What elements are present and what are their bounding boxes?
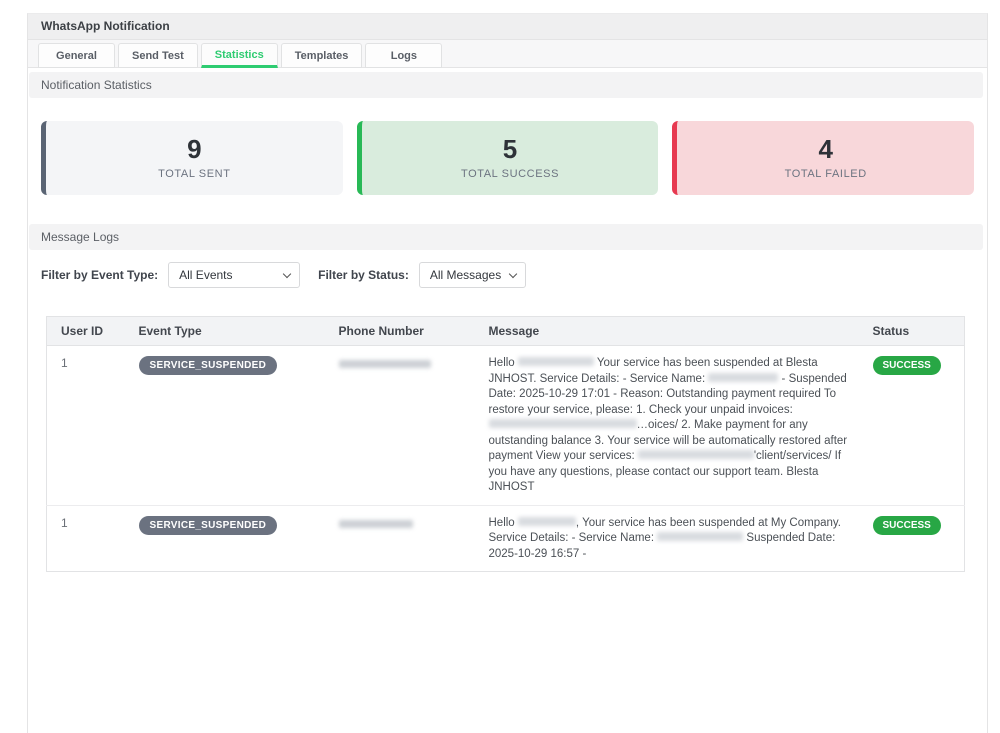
cell-user-id: 1	[47, 505, 125, 572]
tab-templates[interactable]: Templates	[281, 43, 363, 68]
event-type-select[interactable]: All Events	[168, 262, 300, 288]
status-filter-label: Filter by Status:	[318, 268, 409, 282]
tab-statistics[interactable]: Statistics	[201, 43, 278, 68]
stats-row: 9 TOTAL SENT 5 TOTAL SUCCESS 4 TOTAL FAI…	[28, 98, 987, 195]
chevron-down-icon	[283, 270, 291, 278]
column-header-message: Message	[475, 317, 859, 346]
stat-card-total-failed: 4 TOTAL FAILED	[672, 121, 974, 195]
table-row: 1 SERVICE_SUSPENDED Hello , Your service…	[47, 505, 965, 572]
status-select-value: All Messages	[430, 268, 501, 282]
status-badge: SUCCESS	[873, 516, 941, 535]
total-failed-value: 4	[818, 136, 832, 163]
tab-logs[interactable]: Logs	[365, 43, 442, 68]
total-failed-label: TOTAL FAILED	[785, 168, 867, 180]
cell-user-id: 1	[47, 346, 125, 506]
message-logs-header: Message Logs	[29, 224, 983, 250]
cell-status: SUCCESS	[859, 505, 965, 572]
chevron-down-icon	[509, 270, 517, 278]
status-badge: SUCCESS	[873, 356, 941, 375]
panel-title: WhatsApp Notification	[28, 14, 987, 40]
tab-send-test[interactable]: Send Test	[118, 43, 198, 68]
total-success-label: TOTAL SUCCESS	[461, 168, 559, 180]
cell-status: SUCCESS	[859, 346, 965, 506]
total-sent-label: TOTAL SENT	[158, 168, 230, 180]
table-header-row: User ID Event Type Phone Number Message …	[47, 317, 965, 346]
column-header-user-id: User ID	[47, 317, 125, 346]
event-type-filter-label: Filter by Event Type:	[41, 268, 158, 282]
cell-message: Hello , Your service has been suspended …	[475, 505, 859, 572]
cell-message: Hello Your service has been suspended at…	[475, 346, 859, 506]
event-type-badge: SERVICE_SUSPENDED	[139, 516, 278, 535]
cell-event-type: SERVICE_SUSPENDED	[125, 505, 325, 572]
column-header-status: Status	[859, 317, 965, 346]
table-row: 1 SERVICE_SUSPENDED Hello Your service h…	[47, 346, 965, 506]
cell-phone-number	[325, 505, 475, 572]
message-text: Hello , Your service has been suspended …	[489, 516, 849, 563]
stat-card-total-sent: 9 TOTAL SENT	[41, 121, 343, 195]
column-header-event-type: Event Type	[125, 317, 325, 346]
message-text: Hello Your service has been suspended at…	[489, 356, 849, 496]
status-select[interactable]: All Messages	[419, 262, 526, 288]
event-type-badge: SERVICE_SUSPENDED	[139, 356, 278, 375]
logs-table-body: 1 SERVICE_SUSPENDED Hello Your service h…	[47, 346, 965, 572]
whatsapp-notification-panel: WhatsApp Notification General Send Test …	[27, 13, 988, 733]
cell-phone-number	[325, 346, 475, 506]
filters-row: Filter by Event Type: All Events Filter …	[28, 250, 987, 288]
stat-card-total-success: 5 TOTAL SUCCESS	[357, 121, 659, 195]
message-logs-table: User ID Event Type Phone Number Message …	[46, 316, 965, 572]
cell-event-type: SERVICE_SUSPENDED	[125, 346, 325, 506]
total-sent-value: 9	[187, 136, 201, 163]
tab-general[interactable]: General	[38, 43, 115, 68]
tab-strip: General Send Test Statistics Templates L…	[28, 40, 987, 68]
total-success-value: 5	[503, 136, 517, 163]
event-type-select-value: All Events	[179, 268, 232, 282]
notification-statistics-header: Notification Statistics	[29, 72, 983, 98]
column-header-phone-number: Phone Number	[325, 317, 475, 346]
